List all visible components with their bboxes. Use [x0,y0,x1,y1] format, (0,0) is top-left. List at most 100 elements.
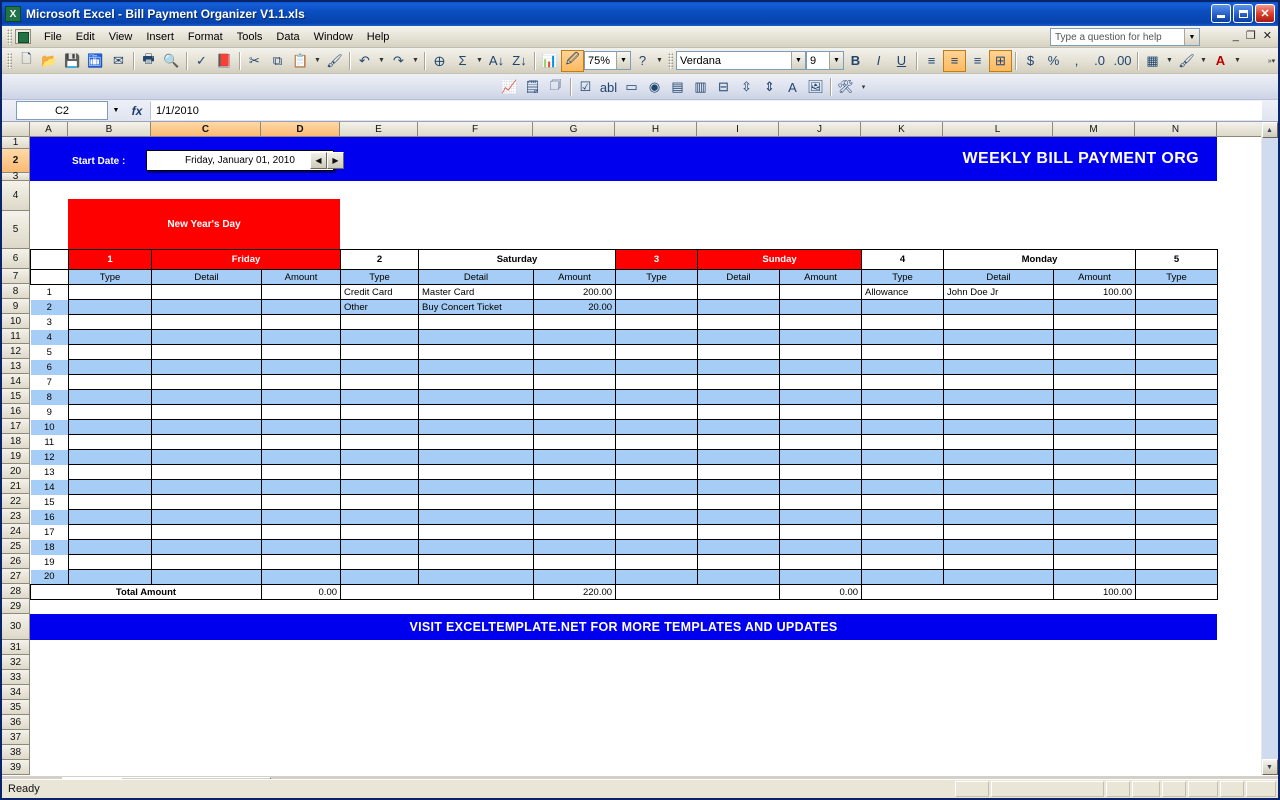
cell-amount[interactable] [533,569,617,585]
cell-type[interactable] [68,299,152,315]
cell-detail[interactable] [151,284,262,300]
cell-type[interactable] [861,554,945,570]
cell-type[interactable] [68,359,152,375]
cell-detail[interactable] [943,524,1055,540]
align-right-icon[interactable]: ≡ [966,50,989,72]
cell-amount[interactable] [260,554,342,570]
cell-type[interactable] [340,449,420,465]
toolbar-overflow-icon[interactable]: ▼ [654,50,665,72]
row-header-13[interactable]: 13 [2,359,30,374]
cell-type[interactable]: Other [340,299,420,315]
cell-detail[interactable]: Master Card [418,284,535,300]
cell-type[interactable] [861,404,945,420]
cell-amount[interactable] [260,449,342,465]
ask-a-question-input[interactable]: Type a question for help ▼ [1050,28,1200,46]
cell-amount[interactable] [779,569,863,585]
restore-button[interactable] [1233,4,1253,23]
day-name[interactable]: Monday [943,249,1137,270]
menu-data[interactable]: Data [269,28,306,46]
option-button-icon[interactable]: ◉ [643,76,666,98]
cell-detail[interactable] [697,314,781,330]
column-header-I[interactable]: I [697,122,779,137]
insert-function-icon[interactable]: fx [124,104,150,118]
menu-tools[interactable]: Tools [230,28,270,46]
cell-type[interactable] [68,344,152,360]
cell-type[interactable] [340,539,420,555]
cell-amount[interactable] [1053,299,1137,315]
cell-amount[interactable] [1053,404,1137,420]
menu-grip-icon[interactable] [7,28,12,45]
cell-type[interactable] [68,434,152,450]
spin-right-icon[interactable]: ▶ [327,152,344,169]
column-subheader-amount[interactable]: Amount [1053,269,1137,285]
chevron-down-icon[interactable]: ▼ [791,52,805,69]
cell-type[interactable] [861,494,945,510]
cell-detail[interactable] [418,509,535,525]
cell-detail[interactable] [151,524,262,540]
cell-detail[interactable] [697,569,781,585]
row-header-24[interactable]: 24 [2,524,30,539]
row-header-11[interactable]: 11 [2,329,30,344]
text-field-icon[interactable]: abl [597,76,620,98]
cell-type[interactable] [861,329,945,345]
cell-amount[interactable] [1053,509,1137,525]
cell-amount[interactable] [260,539,342,555]
cell-amount[interactable] [779,359,863,375]
cell-amount[interactable] [1053,524,1137,540]
row-header-39[interactable]: 39 [2,760,30,775]
cell-amount[interactable] [260,494,342,510]
cell-type[interactable] [68,509,152,525]
borders-chevron-icon[interactable]: ▼ [1164,50,1175,72]
cell-detail[interactable]: Buy Concert Ticket [418,299,535,315]
row-header-33[interactable]: 33 [2,670,30,685]
cell-amount[interactable] [1053,359,1137,375]
row-header-4[interactable]: 4 [2,181,30,211]
row-header-6[interactable]: 6 [2,249,30,269]
table-row[interactable]: 18 [30,539,1219,555]
column-subheader-detail[interactable]: Detail [943,269,1055,285]
row-header-29[interactable]: 29 [2,599,30,614]
cell-amount[interactable] [260,299,342,315]
table-row[interactable]: 5 [30,344,1219,360]
cell-detail[interactable] [697,389,781,405]
cell-type[interactable] [615,449,699,465]
cell-type[interactable] [861,389,945,405]
cell-detail[interactable] [151,569,262,585]
cell-type[interactable] [68,404,152,420]
table-row[interactable]: 10 [30,419,1219,435]
cell-type[interactable] [340,374,420,390]
cell-amount[interactable] [779,494,863,510]
table-row[interactable]: 11 [30,434,1219,450]
cell-type[interactable] [68,284,152,300]
cell-detail[interactable] [418,329,535,345]
cell-type[interactable] [861,479,945,495]
cell-detail[interactable] [943,464,1055,480]
table-row[interactable]: 17 [30,524,1219,540]
table-row[interactable]: 19 [30,554,1219,570]
column-subheader-detail[interactable]: Detail [697,269,781,285]
cell-amount[interactable] [1053,329,1137,345]
cell-detail[interactable] [697,434,781,450]
cell-detail[interactable] [697,554,781,570]
cell-type[interactable] [615,524,699,540]
cell-detail[interactable] [418,389,535,405]
font-size-select[interactable]: 9 ▼ [806,51,844,70]
table-row[interactable]: 3 [30,314,1219,330]
align-center-icon[interactable]: ≡ [943,49,966,72]
cell-detail[interactable] [418,569,535,585]
cell-detail[interactable] [697,449,781,465]
cell-type[interactable] [615,344,699,360]
cell-type[interactable] [615,464,699,480]
column-subheader-type[interactable]: Type [1135,269,1219,285]
autosum-chevron-icon[interactable]: ▼ [474,50,485,72]
align-left-icon[interactable]: ≡ [920,50,943,72]
sort-ascending-icon[interactable]: A↓ [485,50,508,72]
chart-wizard-icon[interactable]: 📊 [538,50,561,72]
cell-amount[interactable] [260,389,342,405]
text-style-icon[interactable]: A [781,76,804,98]
combo-box-icon[interactable]: ▥ [689,76,712,98]
column-header-M[interactable]: M [1053,122,1135,137]
cell-detail[interactable] [697,329,781,345]
cell-amount[interactable] [533,434,617,450]
row-header-10[interactable]: 10 [2,314,30,329]
